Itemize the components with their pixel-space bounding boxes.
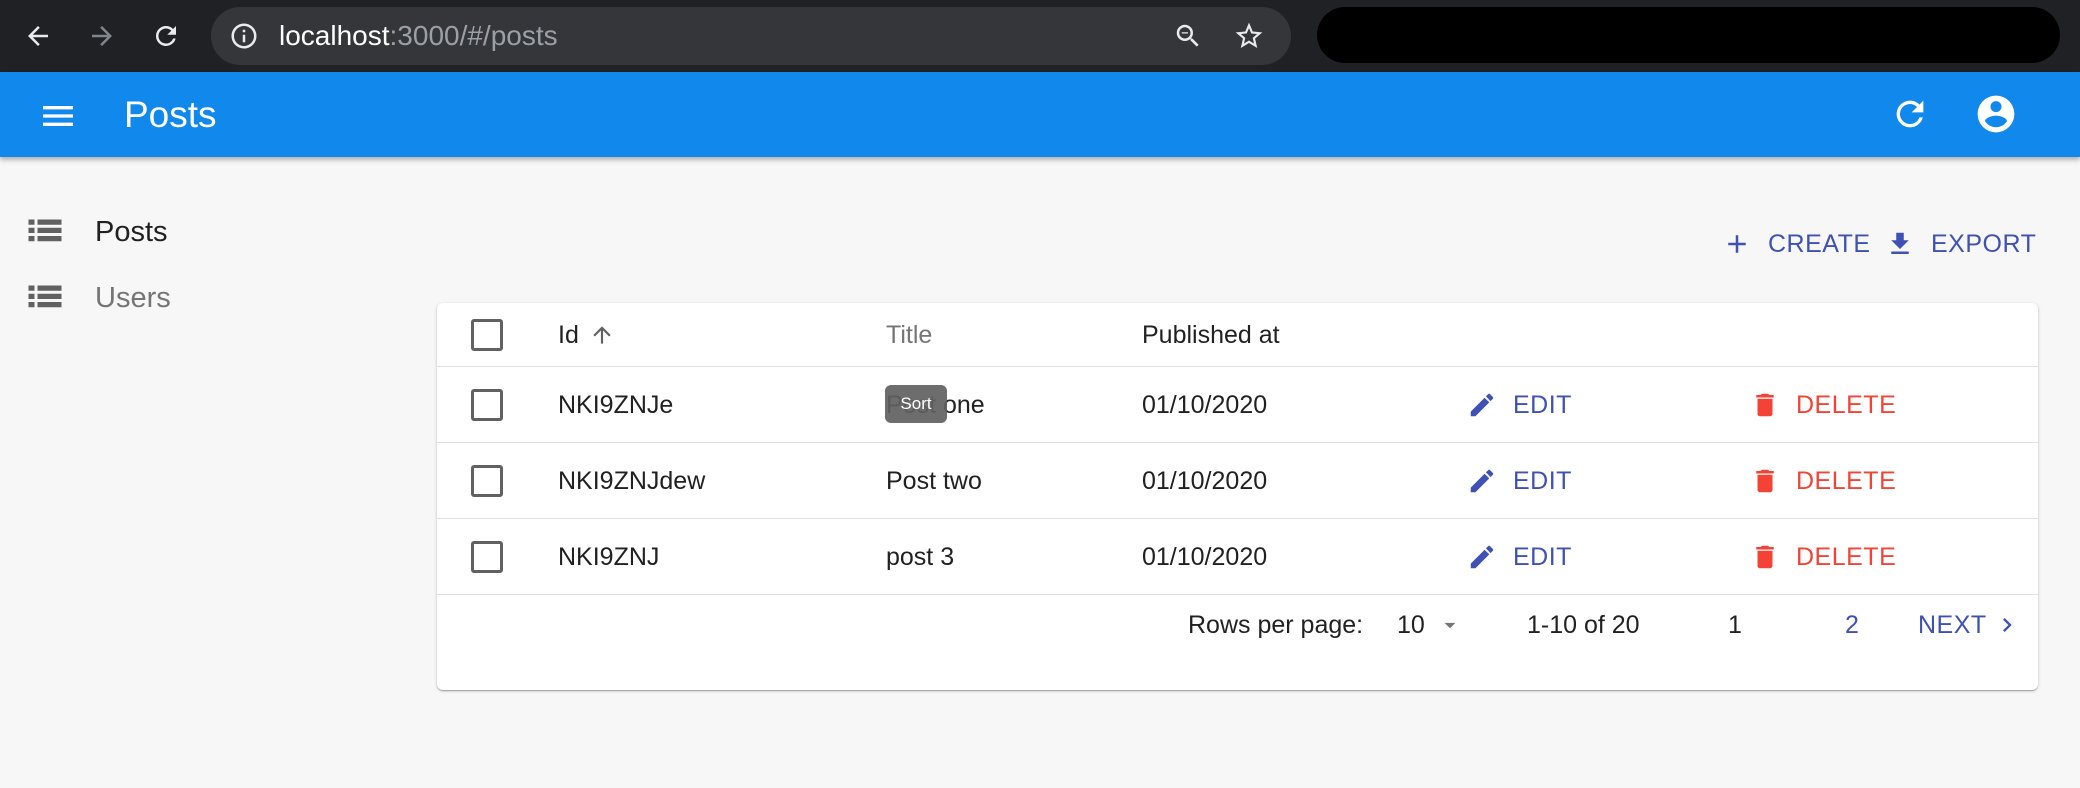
row-checkbox[interactable] [471, 541, 503, 573]
arrow-left-icon [28, 26, 48, 46]
page-title: Posts [124, 94, 217, 135]
next-label: NEXT [1918, 611, 1987, 639]
forward-button[interactable] [78, 12, 126, 60]
sidebar-item-label: Users [95, 282, 171, 314]
row-checkbox[interactable] [471, 389, 503, 421]
table-row[interactable]: NKI9ZNJe Post one 01/10/2020 EDIT DELETE [437, 367, 2038, 443]
delete-button[interactable]: DELETE [1750, 367, 1896, 443]
posts-table-card: Id Title Published at NKI9ZNJe Post one … [437, 303, 2038, 690]
menu-icon[interactable] [38, 96, 78, 136]
chevron-right-icon [2002, 618, 2012, 632]
refresh-icon[interactable] [1890, 94, 1930, 134]
bookmark-star-icon[interactable] [1233, 20, 1265, 52]
edit-label: EDIT [1513, 466, 1572, 495]
cell-published-at: 01/10/2020 [1142, 467, 1268, 495]
sidebar-item-users[interactable]: Users [0, 270, 400, 326]
url-text[interactable]: localhost:3000/#/posts [279, 7, 558, 65]
cell-title: Post two [886, 467, 982, 495]
column-header-id-label: Id [558, 321, 579, 349]
table-header-row: Id Title Published at [437, 303, 2038, 367]
url-host: localhost [279, 20, 390, 51]
delete-label: DELETE [1796, 542, 1897, 571]
info-icon[interactable] [229, 21, 259, 51]
sidebar-item-posts[interactable]: Posts [0, 204, 400, 260]
select-all-checkbox[interactable] [471, 319, 503, 351]
edit-button[interactable]: EDIT [1467, 519, 1572, 595]
account-circle-icon[interactable] [1974, 92, 2018, 136]
column-header-published-at[interactable]: Published at [1142, 303, 1280, 367]
page-button-1[interactable]: 1 [1728, 595, 1742, 655]
next-page-button[interactable]: NEXT [1918, 595, 2021, 655]
browser-toolbar: localhost:3000/#/posts [0, 0, 2080, 72]
redacted-profile-area [1317, 7, 2060, 63]
rows-per-page-select[interactable]: 10 [1397, 595, 1463, 655]
app-bar: Posts [0, 72, 2080, 157]
create-label: CREATE [1768, 229, 1871, 258]
sidebar-item-label: Posts [95, 216, 168, 248]
list-icon [28, 219, 62, 242]
sort-arrow-up-icon [593, 326, 611, 344]
plus-icon [1728, 235, 1746, 253]
delete-button[interactable]: DELETE [1750, 443, 1896, 519]
list-icon [28, 285, 62, 308]
rows-per-page-value: 10 [1397, 611, 1425, 639]
edit-button[interactable]: EDIT [1467, 367, 1572, 443]
delete-label: DELETE [1796, 466, 1897, 495]
row-checkbox[interactable] [471, 465, 503, 497]
trash-icon [1756, 545, 1774, 569]
cell-title: post 3 [886, 543, 955, 571]
create-button[interactable]: CREATE [1722, 222, 1871, 266]
edit-label: EDIT [1513, 390, 1572, 419]
column-header-title[interactable]: Title [886, 303, 932, 367]
trash-icon [1756, 393, 1774, 417]
url-path: :3000/#/posts [389, 20, 558, 51]
back-button[interactable] [14, 12, 62, 60]
page-button-2[interactable]: 2 [1845, 595, 1859, 655]
cell-id: NKI9ZNJ [558, 543, 660, 571]
export-label: EXPORT [1931, 229, 2037, 258]
reload-button[interactable] [142, 12, 190, 60]
address-bar[interactable]: localhost:3000/#/posts [211, 7, 1291, 65]
export-button[interactable]: EXPORT [1885, 222, 2036, 266]
pencil-icon [1470, 545, 1494, 569]
dropdown-arrow-icon [1444, 622, 1456, 629]
pencil-icon [1470, 393, 1494, 417]
column-header-id[interactable]: Id [558, 303, 615, 367]
cell-id: NKI9ZNJe [558, 391, 674, 419]
delete-label: DELETE [1796, 390, 1897, 419]
pagination: Rows per page: 10 1-10 of 20 1 2 NEXT [437, 595, 2038, 655]
delete-button[interactable]: DELETE [1750, 519, 1896, 595]
edit-button[interactable]: EDIT [1467, 443, 1572, 519]
table-row[interactable]: NKI9ZNJ post 3 01/10/2020 EDIT DELETE [437, 519, 2038, 595]
cell-id: NKI9ZNJdew [558, 467, 706, 495]
cell-published-at: 01/10/2020 [1142, 543, 1268, 571]
zoom-out-icon[interactable] [1173, 21, 1203, 51]
pencil-icon [1470, 469, 1494, 493]
sort-tooltip: Sort [885, 385, 947, 423]
arrow-right-icon [92, 26, 112, 46]
reload-icon [155, 25, 176, 46]
download-icon [1891, 232, 1909, 254]
rows-per-page-label: Rows per page: [1188, 611, 1364, 639]
pagination-range: 1-10 of 20 [1527, 611, 1640, 639]
edit-label: EDIT [1513, 542, 1572, 571]
table-row[interactable]: NKI9ZNJdew Post two 01/10/2020 EDIT DELE… [437, 443, 2038, 519]
cell-published-at: 01/10/2020 [1142, 391, 1268, 419]
trash-icon [1756, 469, 1774, 493]
